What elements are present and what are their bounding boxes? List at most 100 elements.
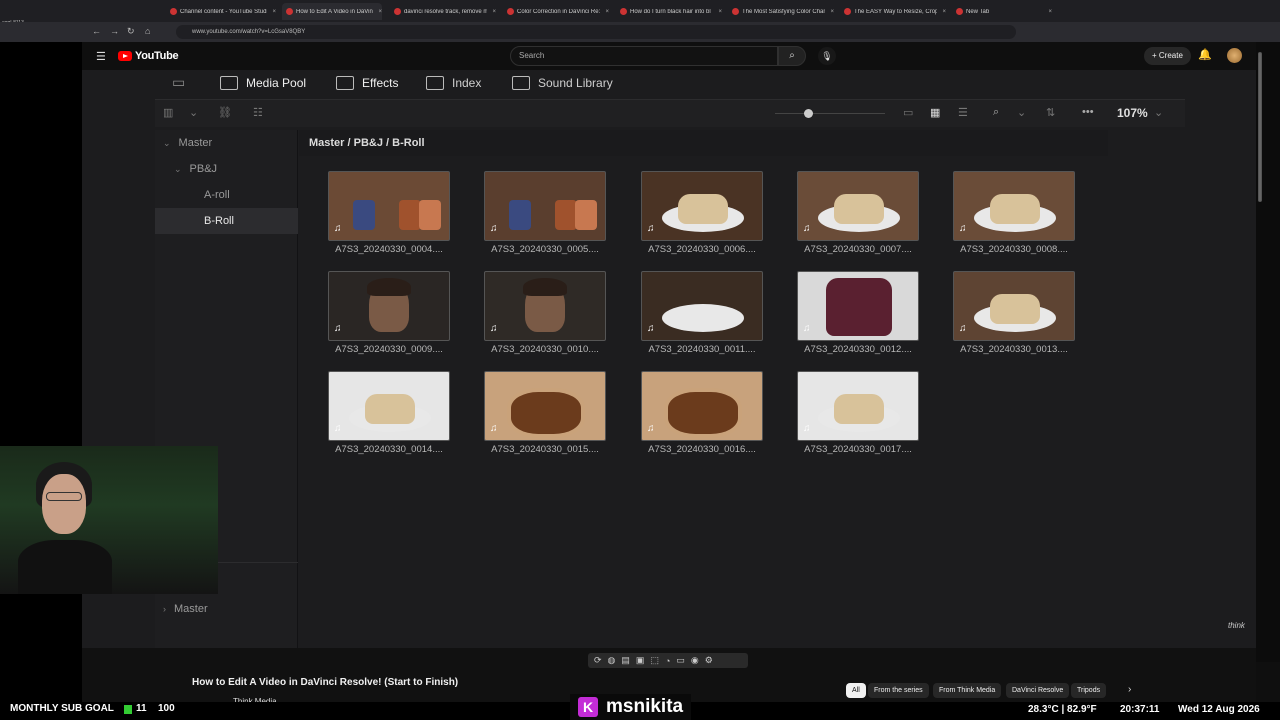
media-clip[interactable]: ♫ A7S3_20240330_0014....: [328, 371, 450, 455]
home-icon[interactable]: ⌂: [145, 26, 150, 36]
filter-chip[interactable]: All: [846, 683, 866, 698]
clip-thumbnail[interactable]: ♫: [953, 271, 1075, 341]
browser-tab[interactable]: How to Edit A Video in DaVinci ×: [282, 3, 382, 20]
bin-item[interactable]: B-Roll: [204, 208, 234, 234]
close-tab-icon[interactable]: ×: [272, 9, 276, 15]
bin-item[interactable]: ⌄ PB&J: [174, 156, 217, 182]
audio-icon[interactable]: ◍: [608, 655, 616, 666]
microphone-icon[interactable]: 🎙: [818, 47, 836, 65]
clip-thumbnail[interactable]: ♫: [797, 171, 919, 241]
filter-chip[interactable]: From the series: [868, 683, 929, 698]
smart-bin-master[interactable]: › Master: [163, 596, 208, 622]
filter-icon[interactable]: ☷: [253, 106, 263, 119]
chevron-down-icon[interactable]: ⌄: [1154, 106, 1163, 119]
player-controls[interactable]: ⟳ ◍ ▤ ▣ ⬚ ◔ ▭ ◉ ⚙: [588, 653, 748, 668]
browser-tab[interactable]: davinci resolve track, remove m ×: [390, 3, 496, 20]
media-clip[interactable]: ♫ A7S3_20240330_0009....: [328, 271, 450, 355]
clip-thumbnail[interactable]: ♫: [484, 171, 606, 241]
media-clip[interactable]: ♫ A7S3_20240330_0004....: [328, 171, 450, 255]
close-tab-icon[interactable]: ×: [718, 9, 722, 15]
create-button[interactable]: + Create: [1144, 47, 1191, 65]
browser-tab[interactable]: The EASY Way to Resize, Crop & ×: [840, 3, 946, 20]
avatar[interactable]: [1227, 48, 1242, 63]
page-scrollbar[interactable]: [1256, 42, 1280, 662]
youtube-logo[interactable]: YouTube: [118, 50, 179, 62]
clip-thumbnail[interactable]: ♫: [484, 371, 606, 441]
sort-icon[interactable]: ⇅: [1046, 106, 1055, 119]
monitor-icon[interactable]: ▭: [172, 74, 185, 91]
list-view-icon[interactable]: ☰: [958, 106, 968, 119]
back-icon[interactable]: ←: [92, 26, 101, 36]
clip-thumbnail[interactable]: ♫: [641, 371, 763, 441]
hamburger-menu-icon[interactable]: ☰: [96, 50, 106, 63]
browser-tab[interactable]: New Tab ×: [952, 3, 1052, 20]
loop-icon[interactable]: ⟳: [594, 655, 602, 666]
media-clip[interactable]: ♫ A7S3_20240330_0007....: [797, 171, 919, 255]
chevron-down-icon[interactable]: ⌄: [1017, 106, 1026, 119]
search-icon[interactable]: ⌕: [993, 106, 999, 119]
resolve-tab[interactable]: Sound Library: [512, 72, 613, 94]
media-clip[interactable]: ♫ A7S3_20240330_0006....: [641, 171, 763, 255]
media-clip[interactable]: ♫ A7S3_20240330_0008....: [953, 171, 1075, 255]
filter-chip[interactable]: DaVinci Resolve: [1006, 683, 1070, 698]
resolve-tab[interactable]: Effects: [336, 72, 398, 94]
screenshot-icon[interactable]: ◉: [691, 655, 699, 666]
chips-next-icon[interactable]: ›: [1128, 684, 1131, 695]
media-clip[interactable]: ♫ A7S3_20240330_0012....: [797, 271, 919, 355]
subtitles-icon[interactable]: ▤: [621, 655, 630, 666]
bin-item[interactable]: ⌄ Master: [163, 130, 212, 156]
link-icon[interactable]: ⛓: [218, 106, 232, 119]
reload-icon[interactable]: ↻: [127, 26, 135, 37]
clip-thumbnail[interactable]: ♫: [484, 271, 606, 341]
url-field[interactable]: www.youtube.com/watch?v=LcGsaV8QBY: [176, 25, 1016, 39]
media-clip[interactable]: ♫ A7S3_20240330_0011....: [641, 271, 763, 355]
clip-thumbnail[interactable]: ♫: [328, 371, 450, 441]
search-input[interactable]: Search: [510, 46, 778, 66]
close-tab-icon[interactable]: ×: [942, 9, 946, 15]
zoom-slider-handle[interactable]: [804, 109, 813, 118]
close-tab-icon[interactable]: ×: [605, 9, 609, 15]
close-tab-icon[interactable]: ×: [492, 9, 496, 15]
thumbnail-view-icon[interactable]: ▦: [930, 106, 940, 119]
clip-thumbnail[interactable]: ♫: [641, 271, 763, 341]
clip-thumbnail[interactable]: ♫: [641, 171, 763, 241]
clip-thumbnail[interactable]: ♫: [328, 171, 450, 241]
crop-icon[interactable]: ⬚: [650, 655, 659, 666]
search-icon[interactable]: ⌕: [778, 46, 806, 66]
notifications-bell-icon[interactable]: 🔔: [1198, 48, 1212, 61]
close-tab-icon[interactable]: ×: [830, 9, 834, 15]
settings-gear-icon[interactable]: ⚙: [705, 655, 713, 666]
filter-chip[interactable]: Tripods: [1071, 683, 1107, 698]
media-clip[interactable]: ♫ A7S3_20240330_0015....: [484, 371, 606, 455]
browser-tab[interactable]: How do I turn black hair into bl ×: [616, 3, 722, 20]
chevron-down-icon[interactable]: ⌄: [189, 106, 198, 119]
clip-thumbnail[interactable]: ♫: [797, 271, 919, 341]
clip-thumbnail[interactable]: ♫: [328, 271, 450, 341]
close-tab-icon[interactable]: ×: [1048, 9, 1052, 15]
media-clip[interactable]: ♫ A7S3_20240330_0017....: [797, 371, 919, 455]
browser-tab[interactable]: Channel content - YouTube Studio ×: [166, 3, 276, 20]
media-clip[interactable]: ♫ A7S3_20240330_0005....: [484, 171, 606, 255]
metadata-view-icon[interactable]: ▭: [903, 106, 913, 119]
media-clip[interactable]: ♫ A7S3_20240330_0013....: [953, 271, 1075, 355]
bin-item[interactable]: A-roll: [204, 182, 230, 208]
resolve-tab[interactable]: Index: [426, 72, 481, 94]
filter-chip[interactable]: From Think Media: [933, 683, 1002, 698]
browser-tab[interactable]: The Most Satisfying Color Chan ×: [728, 3, 834, 20]
zoom-percent[interactable]: 107%: [1117, 106, 1148, 120]
resolve-tab[interactable]: Media Pool: [220, 72, 306, 94]
clip-thumbnail[interactable]: ♫: [953, 171, 1075, 241]
thumbnail-zoom-slider[interactable]: [775, 113, 885, 114]
close-tab-icon[interactable]: ×: [378, 9, 382, 15]
more-options-icon[interactable]: •••: [1082, 106, 1094, 118]
media-clip[interactable]: ♫ A7S3_20240330_0016....: [641, 371, 763, 455]
panel-toggle-icon[interactable]: ▥: [163, 106, 173, 119]
clip-thumbnail[interactable]: ♫: [797, 371, 919, 441]
media-clip[interactable]: ♫ A7S3_20240330_0010....: [484, 271, 606, 355]
pip-icon[interactable]: ▭: [676, 655, 685, 666]
scrollbar-thumb[interactable]: [1258, 52, 1262, 202]
forward-icon[interactable]: →: [110, 26, 119, 36]
browser-tab[interactable]: Color Correction in DaVinci Re: ×: [503, 3, 609, 20]
speed-icon[interactable]: ◔: [665, 656, 670, 666]
clip-icon[interactable]: ▣: [636, 655, 645, 666]
